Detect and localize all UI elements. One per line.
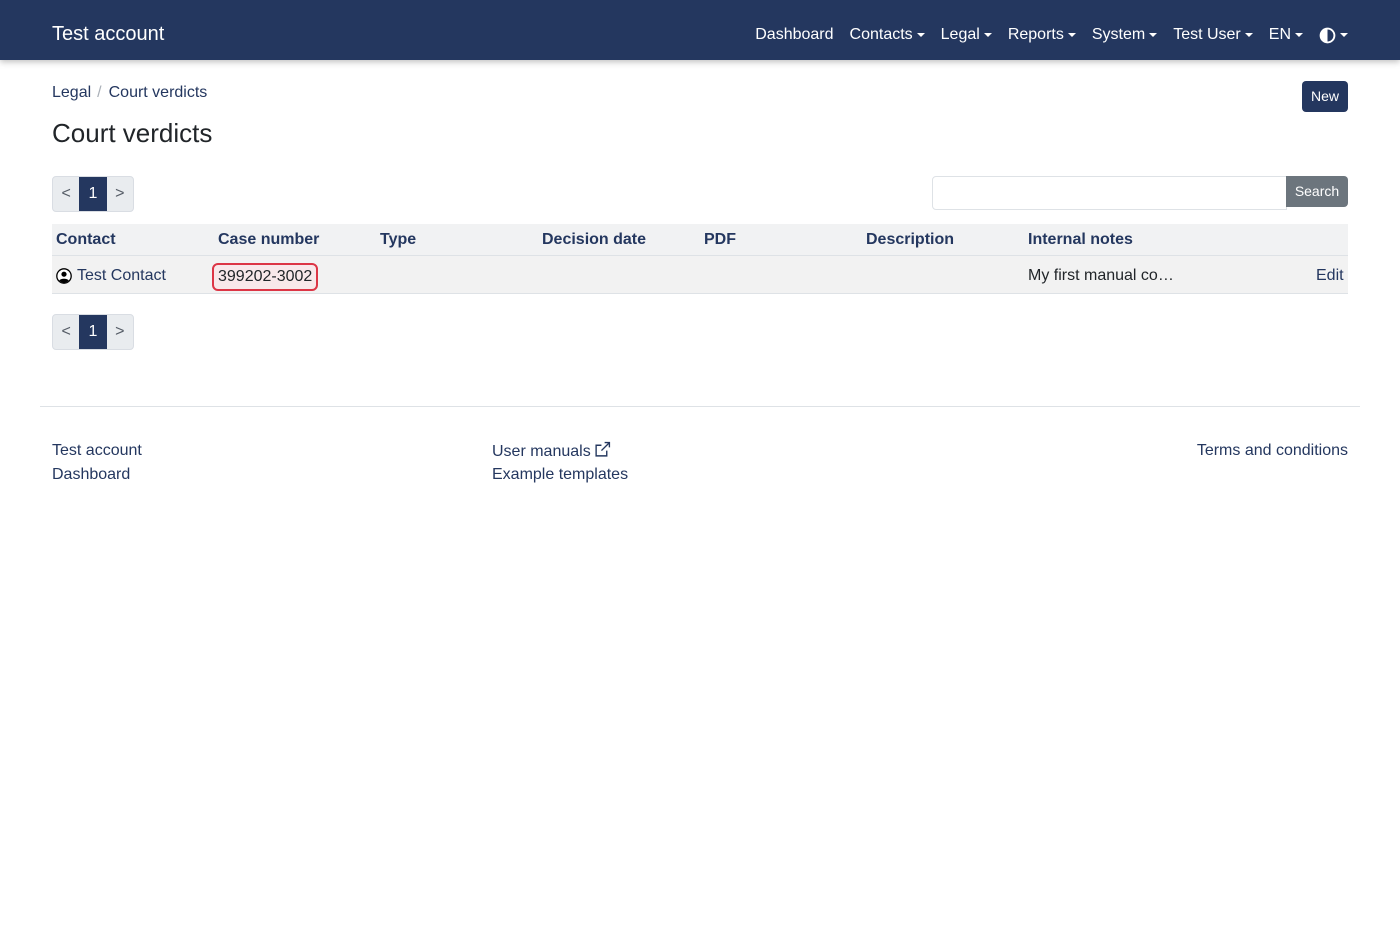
table-header-row: Contact Case number Type Decision date P… [52, 224, 1348, 256]
nav-system-dropdown[interactable]: System [1091, 24, 1158, 46]
nav-user-label: Test User [1173, 26, 1241, 43]
external-link-icon [595, 441, 610, 457]
caret-down-icon [1149, 33, 1158, 37]
table-row: Test Contact 399202-3002 My first manual… [52, 256, 1348, 294]
nav-reports-dropdown[interactable]: Reports [1008, 24, 1076, 46]
nav-user-dropdown[interactable]: Test User [1173, 24, 1253, 46]
case-number-cell[interactable]: 399202-3002 [212, 263, 319, 291]
nav-language-dropdown[interactable]: EN [1269, 24, 1303, 46]
pagination-prev-button[interactable]: < [53, 177, 79, 211]
nav-legal-label: Legal [940, 26, 980, 43]
contact-link[interactable]: Test Contact [56, 266, 166, 286]
footer-divider [40, 406, 1360, 407]
nav-legal-dropdown[interactable]: Legal [941, 24, 992, 46]
nav-dashboard-label: Dashboard [755, 26, 834, 43]
column-header-decision-date[interactable]: Decision date [542, 230, 646, 250]
top-navbar: Test account Dashboard Contacts Legal Re… [0, 0, 1400, 60]
nav-contacts-dropdown[interactable]: Contacts [850, 24, 925, 46]
breadcrumb: Legal / Court verdicts [52, 83, 207, 103]
footer-link-user-manuals-label: User manuals [492, 443, 591, 460]
column-header-case-number[interactable]: Case number [218, 230, 319, 250]
footer-link-user-manuals[interactable]: User manuals [492, 441, 611, 462]
caret-down-icon [916, 33, 925, 37]
search-input[interactable] [932, 176, 1287, 210]
footer-link-example-templates[interactable]: Example templates [492, 465, 628, 485]
caret-down-icon [1067, 33, 1076, 37]
nav-dashboard[interactable]: Dashboard [755, 24, 833, 46]
edit-link[interactable]: Edit [1316, 266, 1344, 286]
contact-name: Test Contact [77, 267, 166, 284]
footer-link-dashboard[interactable]: Dashboard [52, 465, 130, 485]
user-circle-icon [56, 268, 72, 284]
pagination-page-1[interactable]: 1 [79, 177, 107, 211]
column-header-internal-notes[interactable]: Internal notes [1028, 230, 1133, 250]
main-nav: Dashboard Contacts Legal Reports System … [739, 24, 1348, 46]
search-button[interactable]: Search [1286, 176, 1348, 207]
caret-down-icon [983, 33, 992, 37]
brand-link[interactable]: Test account [52, 22, 164, 46]
footer-link-terms[interactable]: Terms and conditions [1197, 441, 1348, 461]
pagination-page-1[interactable]: 1 [79, 315, 107, 349]
pagination-top: < 1 > [52, 176, 134, 212]
column-header-contact[interactable]: Contact [56, 230, 116, 250]
caret-down-icon [1340, 33, 1348, 37]
breadcrumb-court-verdicts[interactable]: Court verdicts [109, 83, 208, 103]
pagination-bottom: < 1 > [52, 314, 134, 350]
new-button[interactable]: New [1302, 81, 1348, 112]
footer-link-account[interactable]: Test account [52, 441, 142, 461]
pagination-next-button[interactable]: > [107, 177, 133, 211]
caret-down-icon [1244, 33, 1253, 37]
nav-system-label: System [1091, 26, 1146, 43]
nav-language-label: EN [1268, 26, 1291, 43]
pagination-prev-button[interactable]: < [53, 315, 79, 349]
nav-theme-dropdown[interactable] [1319, 27, 1348, 44]
column-header-description[interactable]: Description [866, 230, 954, 250]
pagination-next-button[interactable]: > [107, 315, 133, 349]
contrast-half-circle-icon [1319, 27, 1336, 43]
page-title: Court verdicts [52, 118, 213, 148]
nav-contacts-label: Contacts [849, 26, 913, 43]
column-header-pdf[interactable]: PDF [704, 230, 736, 250]
caret-down-icon [1295, 33, 1303, 37]
breadcrumb-legal[interactable]: Legal [52, 83, 91, 103]
nav-reports-label: Reports [1007, 26, 1064, 43]
internal-notes-cell: My first manual co… [1028, 267, 1174, 284]
column-header-type[interactable]: Type [380, 230, 416, 250]
breadcrumb-separator: / [97, 84, 102, 101]
